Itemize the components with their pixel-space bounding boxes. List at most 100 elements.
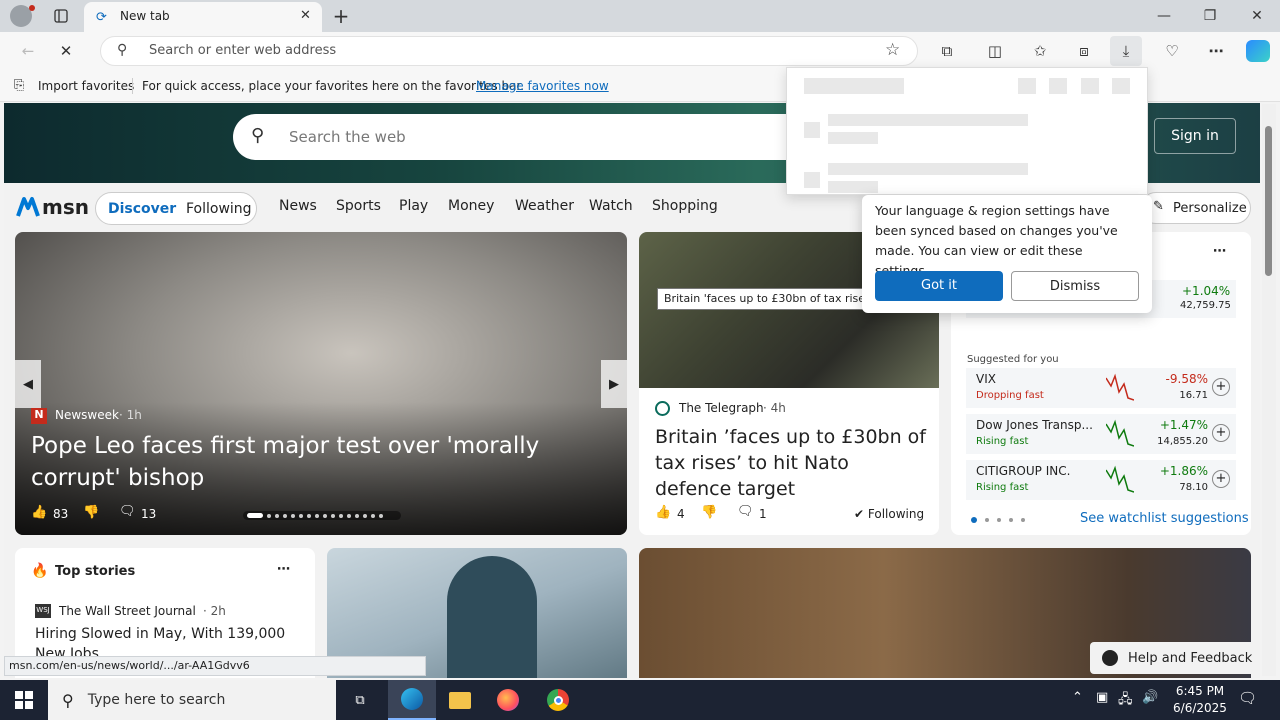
following-badge[interactable]: ✔ Following — [854, 507, 924, 521]
carousel-dot[interactable] — [275, 513, 279, 518]
restore-icon[interactable]: ❐ — [1187, 0, 1233, 32]
more-options-icon[interactable]: ⋯ — [1200, 36, 1232, 66]
import-favorites-button[interactable]: Import favorites — [38, 79, 134, 93]
dismiss-button[interactable]: Dismiss — [1011, 271, 1139, 301]
browser-tab[interactable]: ⟳ New tab ✕ — [84, 2, 322, 32]
tab-discover[interactable]: Discover — [108, 201, 176, 217]
web-search-box[interactable]: ⚲ Search the web — [233, 114, 843, 160]
firefox-icon[interactable] — [484, 680, 532, 720]
sign-in-button[interactable]: Sign in — [1154, 118, 1236, 154]
notification-center-icon[interactable]: 🗨 — [1238, 689, 1257, 707]
carousel-dot[interactable] — [331, 513, 335, 518]
pager-dot[interactable] — [997, 518, 1001, 522]
tray-chevron-icon[interactable]: ⌃ — [1072, 690, 1083, 705]
tab-following[interactable]: Following — [186, 201, 252, 217]
nav-shopping[interactable]: Shopping — [652, 198, 718, 214]
personalize-button[interactable]: ✎ Personalize — [1140, 192, 1251, 224]
got-it-button[interactable]: Got it — [875, 271, 1003, 301]
carousel-dots[interactable] — [243, 511, 401, 520]
carousel-dot[interactable] — [267, 513, 271, 518]
scrollbar-thumb[interactable] — [1265, 126, 1272, 276]
like-icon[interactable]: 👍 — [655, 505, 671, 520]
edge-taskbar-icon[interactable] — [388, 680, 436, 720]
add-to-watchlist-icon[interactable]: + — [1212, 424, 1230, 442]
nav-weather[interactable]: Weather — [515, 198, 574, 214]
comment-icon[interactable]: 🗨 — [737, 504, 754, 519]
carousel-dot[interactable] — [323, 513, 327, 518]
downloads-icon[interactable]: ⤓ — [1110, 36, 1142, 66]
collections-icon[interactable]: ⧈ — [1068, 36, 1100, 66]
back-icon[interactable]: ← — [12, 36, 44, 66]
chrome-icon[interactable] — [534, 680, 582, 720]
msn-logo[interactable]: msn — [16, 195, 89, 219]
favorites-icon[interactable]: ✩ — [1024, 36, 1056, 66]
see-suggestions-link[interactable]: See watchlist suggestions — [1080, 511, 1249, 526]
carousel-dot-active[interactable] — [247, 513, 263, 518]
carousel-dot[interactable] — [315, 513, 319, 518]
card-more-icon[interactable]: ⋯ — [277, 562, 290, 577]
story-source: The Telegraph — [679, 401, 764, 415]
card-more-icon[interactable]: ⋯ — [1213, 244, 1226, 259]
add-to-watchlist-icon[interactable]: + — [1212, 470, 1230, 488]
carousel-dot[interactable] — [339, 513, 343, 518]
second-headline[interactable]: Britain ’faces up to £30bn of tax rises’… — [655, 424, 930, 502]
stop-loading-icon[interactable]: ✕ — [50, 36, 82, 66]
close-window-icon[interactable]: ✕ — [1234, 0, 1280, 32]
main-story-card[interactable]: ◀ ▶ N Newsweek · 1h Pope Leo faces first… — [15, 232, 627, 535]
favorite-star-icon[interactable]: ☆ — [885, 40, 900, 60]
carousel-dot[interactable] — [355, 513, 359, 518]
add-to-watchlist-icon[interactable]: + — [1212, 378, 1230, 396]
file-explorer-icon[interactable] — [436, 680, 484, 720]
watchlist-pager[interactable] — [971, 517, 1025, 523]
page-scrollbar[interactable] — [1262, 104, 1276, 676]
prev-arrow-icon[interactable]: ◀ — [15, 360, 41, 408]
new-tab-icon[interactable]: + — [318, 0, 364, 32]
carousel-dot[interactable] — [291, 513, 295, 518]
watchlist-item[interactable]: Dow Jones Transp... Rising fast +1.47% 14,8… — [966, 414, 1236, 454]
comment-icon[interactable]: 🗨 — [119, 504, 136, 519]
taskbar-search-input[interactable]: Type here to search — [88, 692, 226, 708]
task-view-icon[interactable]: ⧉ — [336, 680, 384, 720]
split-screen-icon[interactable]: ◫ — [979, 36, 1011, 66]
address-bar[interactable]: ⚲ Search or enter web address ☆ — [100, 36, 918, 66]
nav-news[interactable]: News — [279, 198, 317, 214]
pager-dot[interactable] — [985, 518, 989, 522]
network-icon[interactable]: 🖧 — [1118, 690, 1133, 712]
taskbar-search[interactable]: ⚲ Type here to search — [48, 680, 336, 720]
address-input[interactable]: Search or enter web address — [149, 43, 336, 58]
main-headline[interactable]: Pope Leo faces first major test over 'mo… — [31, 430, 616, 494]
close-tab-icon[interactable]: ✕ — [300, 8, 311, 23]
browser-essentials-icon[interactable]: ♡ — [1156, 36, 1188, 66]
carousel-dot[interactable] — [347, 513, 351, 518]
tray-device-icon[interactable]: ▣ — [1096, 690, 1108, 705]
carousel-dot[interactable] — [283, 513, 287, 518]
carousel-dot[interactable] — [307, 513, 311, 518]
watchlist-item[interactable]: VIX Dropping fast -9.58% 16.71 + — [966, 368, 1236, 408]
dislike-icon[interactable]: 👎 — [701, 505, 717, 520]
nav-play[interactable]: Play — [399, 198, 428, 214]
extensions-icon[interactable]: ⧉ — [931, 36, 963, 66]
pager-dot[interactable] — [1009, 518, 1013, 522]
like-icon[interactable]: 👍 — [31, 505, 47, 520]
carousel-dot[interactable] — [363, 513, 367, 518]
carousel-dot[interactable] — [379, 513, 383, 518]
carousel-dot[interactable] — [371, 513, 375, 518]
carousel-dot[interactable] — [299, 513, 303, 518]
manage-favorites-link[interactable]: Manage favorites now — [476, 79, 609, 93]
minimize-icon[interactable]: — — [1141, 0, 1187, 32]
copilot-icon[interactable] — [1246, 40, 1270, 62]
dislike-icon[interactable]: 👎 — [83, 505, 99, 520]
watchlist-item[interactable]: CITIGROUP INC. Rising fast +1.86% 78.10 + — [966, 460, 1236, 500]
nav-watch[interactable]: Watch — [589, 198, 633, 214]
clock[interactable]: 6:45 PM 6/6/2025 — [1170, 683, 1230, 717]
nav-sports[interactable]: Sports — [336, 198, 381, 214]
help-feedback-button[interactable]: Help and Feedback — [1090, 642, 1256, 674]
next-arrow-icon[interactable]: ▶ — [601, 360, 627, 408]
tab-actions-icon[interactable] — [38, 0, 84, 32]
web-search-input[interactable]: Search the web — [289, 128, 406, 146]
start-icon[interactable] — [0, 680, 48, 720]
volume-icon[interactable]: 🔊 — [1142, 690, 1158, 705]
pager-dot-active[interactable] — [971, 517, 977, 523]
nav-money[interactable]: Money — [448, 198, 494, 214]
pager-dot[interactable] — [1021, 518, 1025, 522]
